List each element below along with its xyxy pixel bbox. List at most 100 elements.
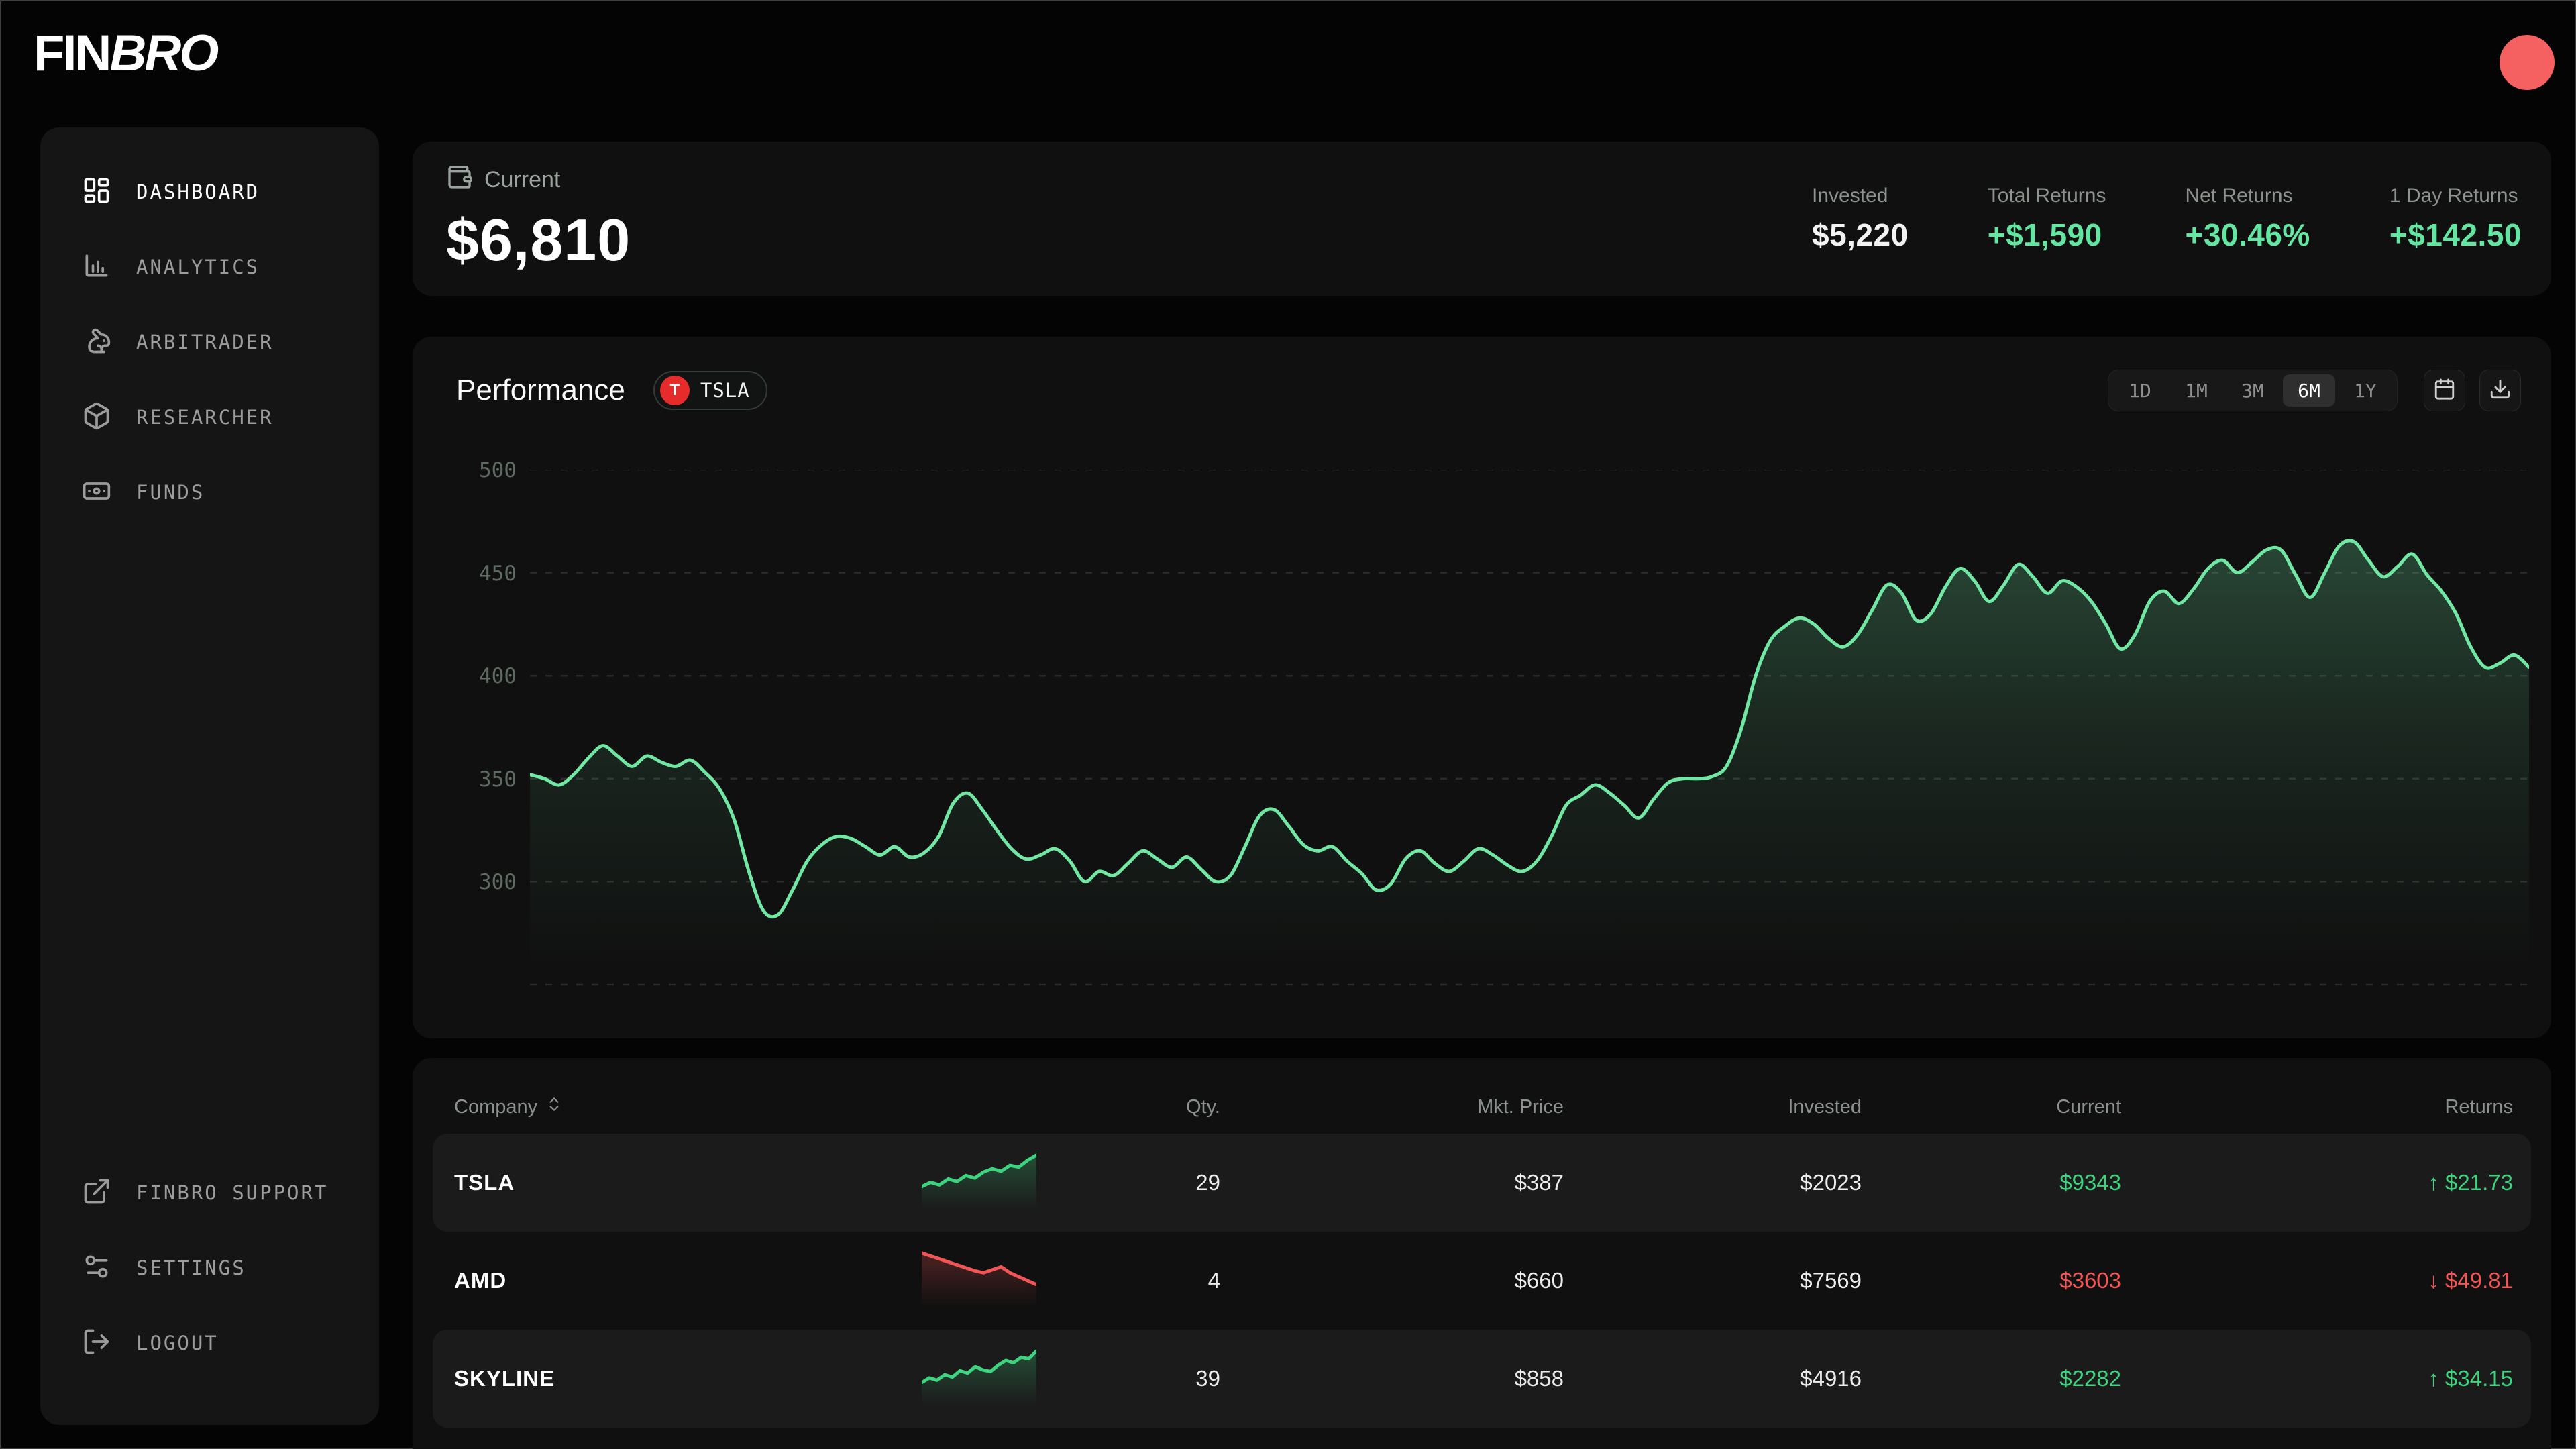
cell-current: $9343: [1862, 1170, 2121, 1195]
column-company[interactable]: Company: [454, 1095, 922, 1118]
sidebar-item-label: FUNDS: [136, 481, 205, 504]
sidebar-item-label: ARBITRADER: [136, 331, 274, 354]
table-row-skyline[interactable]: SKYLINE 39 $858 $4916 $2282 ↑ $34.15: [433, 1330, 2531, 1428]
sidebar-item-label: DASHBOARD: [136, 180, 260, 203]
column-returns: Returns: [2121, 1096, 2513, 1118]
dashboard-icon: [82, 176, 111, 209]
y-tick-label: 450: [449, 561, 517, 586]
performance-card: Performance T TSLA 1D 1M 3M 6M 1Y: [413, 337, 2551, 1038]
sparkline-skyline: [922, 1330, 1039, 1428]
external-link-icon: [82, 1177, 111, 1210]
y-tick-label: 300: [449, 870, 517, 894]
company-name: AMD: [454, 1268, 922, 1293]
stat-value: $5,220: [1812, 217, 1909, 253]
cell-invested: $2023: [1564, 1170, 1862, 1195]
cell-qty: 39: [1039, 1366, 1220, 1391]
stat-invested: Invested $5,220: [1812, 184, 1909, 253]
y-tick-label: 350: [449, 767, 517, 792]
current-label: Current: [484, 167, 560, 193]
calendar-button[interactable]: [2424, 370, 2465, 411]
logo-bro: BRO: [109, 25, 217, 82]
column-current: Current: [1862, 1096, 2121, 1118]
sidebar-item-support[interactable]: FINBRO SUPPORT: [40, 1169, 379, 1217]
current-value: $6,810: [446, 206, 631, 274]
sidebar: DASHBOARD ANALYTICS ARBITRADER RESEARCHE…: [40, 127, 379, 1425]
company-name: TSLA: [454, 1170, 922, 1195]
cell-invested: $4916: [1564, 1366, 1862, 1391]
sparkline-amd: [922, 1232, 1039, 1330]
ticker-name: TSLA: [700, 379, 750, 402]
sliders-icon: [82, 1252, 111, 1285]
range-1y[interactable]: 1Y: [2339, 374, 2392, 407]
range-selector: 1D 1M 3M 6M 1Y: [2108, 370, 2398, 411]
sidebar-item-arbitrader[interactable]: ARBITRADER: [40, 318, 379, 366]
table-header: Company Qty. Mkt. Price Invested Current…: [433, 1080, 2531, 1134]
sidebar-item-dashboard[interactable]: DASHBOARD: [40, 168, 379, 216]
table-row-tsla[interactable]: TSLA 29 $387 $2023 $9343 ↑ $21.73: [433, 1134, 2531, 1232]
sidebar-item-label: RESEARCHER: [136, 406, 274, 429]
stat-net-returns: Net Returns +30.46%: [2185, 184, 2310, 253]
sidebar-item-label: SETTINGS: [136, 1256, 246, 1279]
sidebar-item-researcher[interactable]: RESEARCHER: [40, 393, 379, 441]
cell-invested: $7569: [1564, 1268, 1862, 1293]
stat-value: +$142.50: [2390, 217, 2522, 253]
cell-mkt: $660: [1220, 1268, 1564, 1293]
logout-icon: [82, 1327, 111, 1360]
sidebar-item-logout[interactable]: LOGOUT: [40, 1319, 379, 1367]
sidebar-item-label: FINBRO SUPPORT: [136, 1181, 328, 1204]
sidebar-item-label: LOGOUT: [136, 1332, 219, 1354]
cell-current: $2282: [1862, 1366, 2121, 1391]
range-3m[interactable]: 3M: [2226, 374, 2279, 407]
range-1d[interactable]: 1D: [2114, 374, 2166, 407]
cell-mkt: $858: [1220, 1366, 1564, 1391]
cell-qty: 29: [1039, 1170, 1220, 1195]
sparkline-tsla: [922, 1134, 1039, 1232]
column-mkt-price: Mkt. Price: [1220, 1096, 1564, 1118]
stat-total-returns: Total Returns +$1,590: [1988, 184, 2106, 253]
column-invested: Invested: [1564, 1096, 1862, 1118]
y-tick-label: 400: [449, 664, 517, 688]
table-row-amd[interactable]: AMD 4 $660 $7569 $3603 ↓ $49.81: [433, 1232, 2531, 1330]
sidebar-item-funds[interactable]: FUNDS: [40, 468, 379, 517]
performance-chart[interactable]: [530, 470, 2529, 1006]
stat-day-returns: 1 Day Returns +$142.50: [2390, 184, 2522, 253]
cell-current: $3603: [1862, 1268, 2121, 1293]
app-window: FINBRO DASHBOARD ANALYTICS ARBITRADER RE…: [0, 0, 2576, 1449]
range-1m[interactable]: 1M: [2170, 374, 2222, 407]
download-button[interactable]: [2479, 370, 2521, 411]
cell-returns: ↑ $34.15: [2121, 1366, 2513, 1391]
column-qty: Qty.: [1039, 1096, 1220, 1118]
sidebar-item-analytics[interactable]: ANALYTICS: [40, 243, 379, 291]
logo-fin: FIN: [34, 25, 109, 82]
ticker-badge[interactable]: T TSLA: [653, 371, 767, 410]
ticker-logo: T: [660, 376, 690, 405]
current-block: Current $6,810: [446, 164, 631, 274]
stat-value: +30.46%: [2185, 217, 2310, 253]
avatar[interactable]: [2500, 35, 2555, 90]
summary-card: Current $6,810 Invested $5,220 Total Ret…: [413, 142, 2551, 296]
box-icon: [82, 401, 111, 434]
banknote-icon: [82, 476, 111, 509]
main-content: Current $6,810 Invested $5,220 Total Ret…: [413, 127, 2551, 1449]
download-icon: [2489, 378, 2512, 404]
summary-stats: Invested $5,220 Total Returns +$1,590 Ne…: [1812, 184, 2522, 253]
cell-mkt: $387: [1220, 1170, 1564, 1195]
stat-value: +$1,590: [1988, 217, 2106, 253]
range-6m[interactable]: 6M: [2283, 374, 2335, 407]
y-tick-label: 500: [449, 458, 517, 482]
cell-returns: ↑ $21.73: [2121, 1170, 2513, 1195]
sort-icon: [545, 1095, 563, 1118]
cell-qty: 4: [1039, 1268, 1220, 1293]
performance-title: Performance: [456, 374, 625, 407]
sidebar-item-label: ANALYTICS: [136, 256, 260, 278]
calendar-icon: [2433, 378, 2456, 404]
cell-returns: ↓ $49.81: [2121, 1268, 2513, 1293]
analytics-icon: [82, 251, 111, 284]
wallet-icon: [446, 164, 473, 197]
sidebar-item-settings[interactable]: SETTINGS: [40, 1244, 379, 1292]
holdings-card: Company Qty. Mkt. Price Invested Current…: [413, 1058, 2551, 1449]
rabbit-icon: [82, 326, 111, 359]
finbro-logo: FINBRO: [34, 24, 217, 83]
sidebar-footer: FINBRO SUPPORT SETTINGS LOGOUT: [40, 1169, 379, 1394]
company-name: SKYLINE: [454, 1366, 922, 1391]
